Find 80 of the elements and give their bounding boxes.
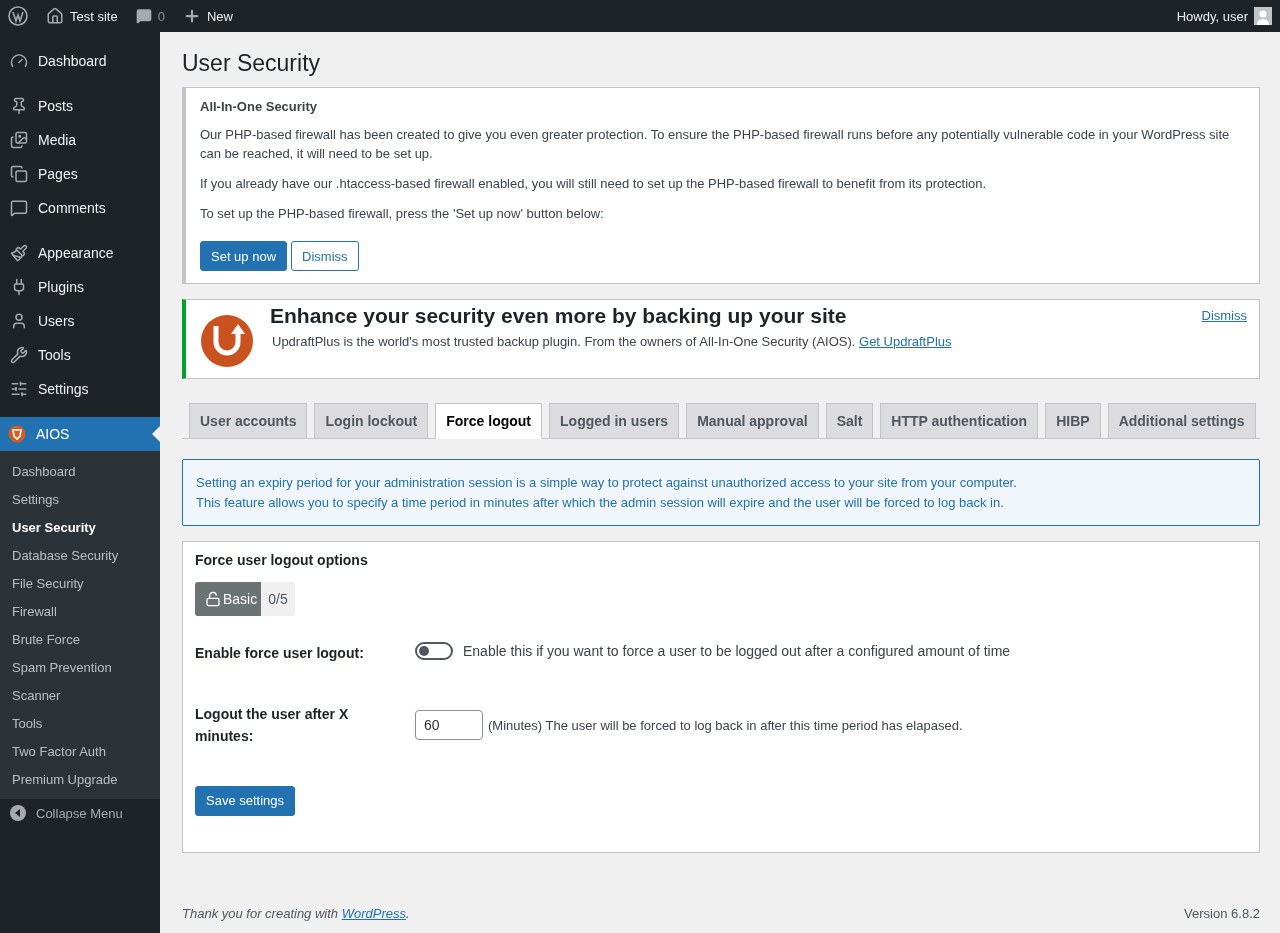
badge-score: 0/5 xyxy=(267,590,289,610)
submenu-item[interactable]: File Security xyxy=(0,569,160,597)
menu-item[interactable]: Pages xyxy=(0,157,160,191)
tab[interactable]: Login lockout xyxy=(314,403,429,440)
save-settings-button[interactable]: Save settings xyxy=(195,785,296,816)
menu-item[interactable]: Media xyxy=(0,123,160,157)
toggle-switch[interactable] xyxy=(415,642,453,661)
submenu-item[interactable]: Firewall xyxy=(0,597,160,625)
submenu-item[interactable]: Two Factor Auth xyxy=(0,737,160,765)
menu-icon xyxy=(10,380,28,398)
new-link[interactable]: New xyxy=(182,7,233,25)
field-label: Logout the user after X minutes: xyxy=(195,704,350,747)
menu-icon xyxy=(10,131,28,149)
menu-icon xyxy=(10,199,28,217)
site-link[interactable]: Test site xyxy=(46,7,118,25)
tab[interactable]: User accounts xyxy=(189,403,308,440)
field-description: (Minutes) The user will be forced to log back in after this time period has elapased. xyxy=(488,717,963,733)
tab[interactable]: Additional settings xyxy=(1107,403,1256,440)
info-text: This feature allows you to specify a time period in minutes after which the admin session will expire and the user will be forced to log back in. xyxy=(196,493,1005,512)
updraft-logo-icon xyxy=(200,314,254,369)
menu-item[interactable]: Plugins xyxy=(0,270,160,304)
tab[interactable]: Force logout xyxy=(435,403,543,440)
menu-item[interactable]: Posts xyxy=(0,89,160,123)
panel-title: Force user logout options xyxy=(195,552,369,569)
menu-icon xyxy=(10,346,28,364)
submenu-item[interactable]: User Security xyxy=(0,513,160,541)
menu-item[interactable]: Tools xyxy=(0,338,160,372)
shield-logo-icon xyxy=(8,425,26,443)
collapse-menu-button[interactable]: Collapse Menu xyxy=(0,799,160,827)
submenu-item[interactable]: Spam Prevention xyxy=(0,653,160,681)
wordpress-logo-icon[interactable] xyxy=(8,6,28,26)
field-description: Enable this if you want to force a user to be logged out after a configured amount of time xyxy=(463,643,1011,660)
notice-text: Our PHP-based firewall has been created to give you even greater protection. To ensure the PHP-based firewall runs before any potentially vulnerable code in your WordPress site can be reached, it will need to be set up. xyxy=(200,126,1231,163)
comment-icon xyxy=(135,8,152,24)
menu-item[interactable]: Users xyxy=(0,304,160,338)
menu-icon xyxy=(10,312,28,330)
menu-item[interactable]: Dashboard xyxy=(0,44,160,78)
get-updraftplus-link[interactable]: Get UpdraftPlus xyxy=(859,334,952,350)
home-icon xyxy=(46,7,64,25)
minutes-field[interactable]: 60 xyxy=(415,710,483,741)
avatar-icon xyxy=(1254,7,1272,25)
wordpress-link[interactable]: WordPress xyxy=(341,906,406,921)
collapse-icon xyxy=(10,805,26,821)
account-link[interactable]: Howdy, user xyxy=(1176,7,1272,25)
tab[interactable]: HTTP authentication xyxy=(880,403,1039,440)
notice-heading: Enhance your security even more by backing up your site xyxy=(270,304,848,329)
tab[interactable]: HIBP xyxy=(1045,403,1101,440)
field-label: Enable force user logout: xyxy=(195,644,365,664)
submenu-item[interactable]: Premium Upgrade xyxy=(0,765,160,793)
tab[interactable]: Logged in users xyxy=(549,403,680,440)
menu-item[interactable]: Appearance xyxy=(0,236,160,270)
tab[interactable]: Manual approval xyxy=(686,403,819,440)
info-text: Setting an expiry period for your administration session is a simple way to protect against unauthorized access to your site from your computer. xyxy=(196,474,1018,493)
comments-link[interactable]: 0 xyxy=(135,8,165,24)
notice-title: All-In-One Security xyxy=(200,99,319,114)
dismiss-link[interactable]: Dismiss xyxy=(1201,308,1247,369)
menu-icon xyxy=(10,97,28,115)
submenu-item[interactable]: Settings xyxy=(0,485,160,513)
dismiss-button[interactable]: Dismiss xyxy=(291,241,359,272)
page-title: User Security xyxy=(182,50,322,77)
submenu-item[interactable]: Tools xyxy=(0,709,160,737)
badge-label: Basic xyxy=(195,582,262,617)
submenu-item[interactable]: Dashboard xyxy=(0,457,160,485)
tab[interactable]: Salt xyxy=(825,403,874,440)
lock-icon xyxy=(205,591,221,608)
menu-item[interactable]: AIOS xyxy=(0,417,160,451)
menu-icon xyxy=(10,52,28,70)
set-up-now-button[interactable]: Set up now xyxy=(200,241,288,272)
footer-text: Thank you for creating with WordPress. xyxy=(182,906,410,921)
submenu-item[interactable]: Database Security xyxy=(0,541,160,569)
menu-item[interactable]: Comments xyxy=(0,191,160,225)
menu-icon xyxy=(10,165,28,183)
submenu-item[interactable]: Scanner xyxy=(0,681,160,709)
notice-text: If you already have our .htaccess-based firewall enabled, you will still need to set up the PHP-based firewall to benefit from its protection. xyxy=(200,174,988,193)
menu-item[interactable]: Settings xyxy=(0,372,160,406)
version-text: Version 6.8.2 xyxy=(1184,906,1260,921)
notice-text: UpdraftPlus is the world's most trusted backup plugin. From the owners of All-In-One Security (AIOS). Get UpdraftPlus xyxy=(272,334,953,350)
notice-text: To set up the PHP-based firewall, press the 'Set up now' button below: xyxy=(200,204,605,223)
menu-icon xyxy=(10,244,28,262)
submenu-item[interactable]: Brute Force xyxy=(0,625,160,653)
